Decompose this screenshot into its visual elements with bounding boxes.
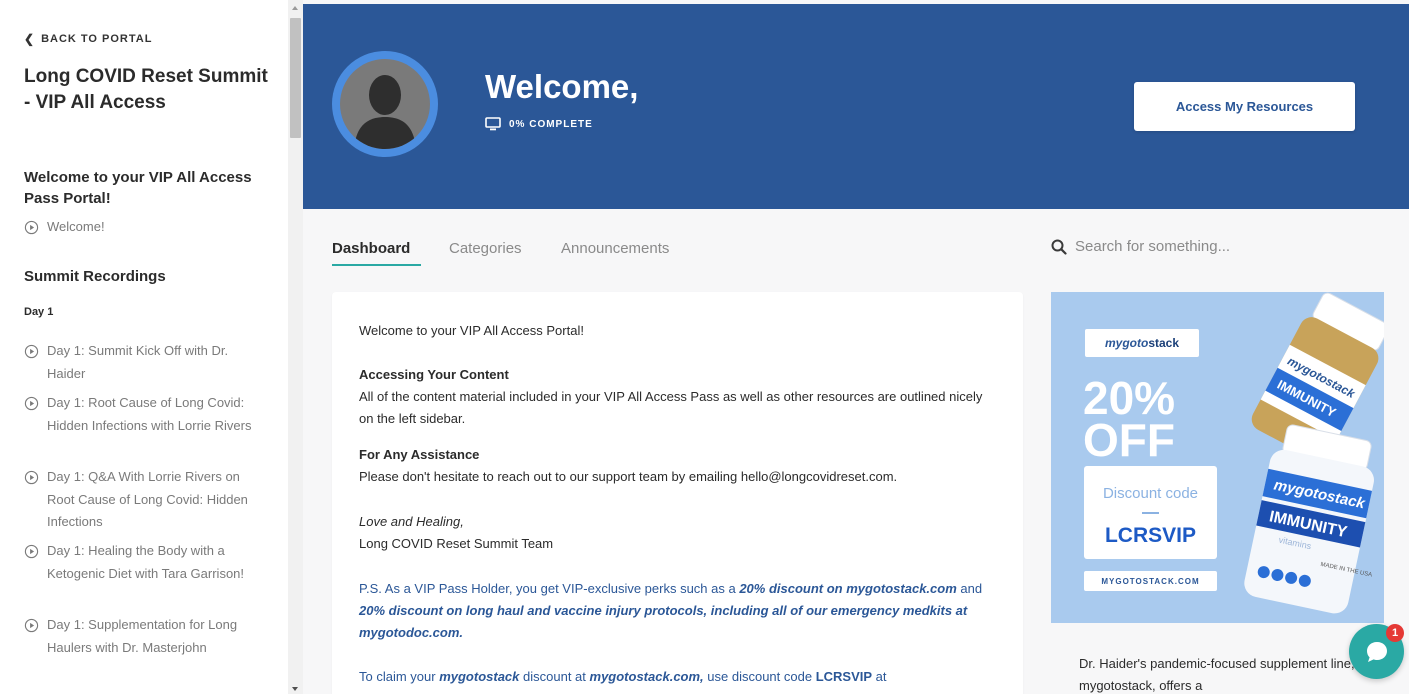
mygotostack-ad-banner[interactable]: mygoto stack 20% OFF Discount code LCRSVI… [1051, 292, 1384, 623]
team-text: Long COVID Reset Summit Team [359, 536, 554, 551]
back-label: BACK TO PORTAL [41, 33, 153, 45]
play-circle-icon [24, 396, 39, 411]
supplement-bottles-image: mygotostack IMMUNITY mygotostack IMMUNIT… [1244, 292, 1384, 614]
monitor-icon [485, 117, 501, 131]
avatar [332, 51, 438, 157]
lesson-item[interactable]: Day 1: Healing the Body with a Ketogenic… [24, 540, 264, 585]
lesson-title: Day 1: Supplementation for Long Haulers … [47, 617, 238, 655]
ps-discount-link[interactable]: 20% discount on mygotostack.com [739, 581, 956, 596]
lesson-title: Day 1: Root Cause of Long Covid: Hidden … [47, 395, 252, 433]
assistance-heading: For Any Assistance [359, 447, 480, 462]
ps-text: and [956, 581, 983, 596]
ps-paragraph: P.S. As a VIP Pass Holder, you get VIP-e… [359, 578, 999, 644]
claim-code: LCRSVIP [815, 669, 873, 684]
assistance-text: Please don't hesitate to reach out to ou… [359, 469, 898, 484]
accessing-heading: Accessing Your Content [359, 367, 509, 382]
chat-notification-badge: 1 [1386, 624, 1404, 642]
section-title-recordings: Summit Recordings [24, 268, 166, 285]
play-circle-icon [24, 344, 39, 359]
lesson-item[interactable]: Welcome! [24, 216, 264, 239]
tab-dashboard[interactable]: Dashboard [332, 240, 410, 257]
scroll-down-arrow-icon[interactable] [292, 687, 298, 691]
lesson-item[interactable]: Day 1: Supplementation for Long Haulers … [24, 614, 264, 659]
lesson-item[interactable]: Day 1: Q&A With Lorrie Rivers on Root Ca… [24, 466, 264, 534]
back-to-portal-link[interactable]: ❮ BACK TO PORTAL [24, 32, 152, 46]
play-circle-icon [24, 470, 39, 485]
signoff-text: Love and Healing, [359, 514, 464, 529]
active-tab-indicator [332, 264, 421, 266]
sidebar: ❮ BACK TO PORTAL Long COVID Reset Summit… [0, 0, 288, 694]
claim-text: at [872, 669, 887, 684]
claim-text: discount at [519, 669, 590, 684]
ps-text: P.S. As a VIP Pass Holder, you get VIP-e… [359, 581, 740, 596]
claim-brand: mygotostack [439, 669, 520, 684]
dashboard-content-card: Welcome to your VIP All Access Portal! A… [332, 292, 1023, 694]
lesson-item[interactable]: Day 1: Summit Kick Off with Dr. Haider [24, 340, 264, 385]
tab-categories[interactable]: Categories [449, 240, 522, 257]
chevron-left-icon: ❮ [24, 32, 36, 46]
claim-text: To claim your [359, 669, 440, 684]
accessing-text: All of the content material included in … [359, 389, 983, 426]
portal-app: ❮ BACK TO PORTAL Long COVID Reset Summit… [0, 0, 1409, 694]
claim-paragraph: To claim your mygotostack discount at my… [359, 666, 999, 688]
scroll-up-arrow-icon[interactable] [292, 6, 298, 10]
access-my-resources-button[interactable]: Access My Resources [1134, 82, 1355, 131]
progress-status: 0% COMPLETE [485, 117, 593, 131]
search-icon [1051, 239, 1067, 255]
ps-protocols-link[interactable]: 20% discount on long haul and vaccine in… [359, 603, 967, 640]
search-input[interactable] [1075, 238, 1335, 255]
play-circle-icon [24, 220, 39, 235]
lesson-title: Day 1: Q&A With Lorrie Rivers on Root Ca… [47, 469, 248, 529]
chat-bubble-icon [1366, 641, 1387, 662]
lesson-title: Welcome! [47, 219, 105, 234]
ad-description: Dr. Haider's pandemic-focused supplement… [1079, 656, 1355, 693]
tab-announcements[interactable]: Announcements [561, 240, 669, 257]
play-circle-icon [24, 544, 39, 559]
intro-text: Welcome to your VIP All Access Portal! [359, 323, 584, 338]
sidebar-scrollbar[interactable] [288, 0, 303, 694]
day-label: Day 1 [24, 306, 54, 318]
lesson-title: Day 1: Summit Kick Off with Dr. Haider [47, 343, 229, 381]
section-title-welcome: Welcome to your VIP All Access Pass Port… [24, 169, 252, 207]
user-silhouette-icon [340, 59, 430, 149]
scroll-thumb[interactable] [290, 18, 301, 138]
claim-text: use discount code [703, 669, 816, 684]
lesson-item[interactable]: Day 1: Root Cause of Long Covid: Hidden … [24, 392, 264, 437]
search-bar[interactable] [1051, 238, 1335, 255]
profile-header: Welcome, 0% COMPLETE Access My Resources [303, 4, 1409, 209]
claim-site-link[interactable]: mygotostack.com, [590, 669, 704, 684]
welcome-heading: Welcome, [485, 68, 639, 105]
lesson-title: Day 1: Healing the Body with a Ketogenic… [47, 543, 245, 581]
course-title: Long COVID Reset Summit - VIP All Access [24, 66, 268, 113]
play-circle-icon [24, 618, 39, 633]
progress-label: 0% COMPLETE [509, 118, 593, 130]
